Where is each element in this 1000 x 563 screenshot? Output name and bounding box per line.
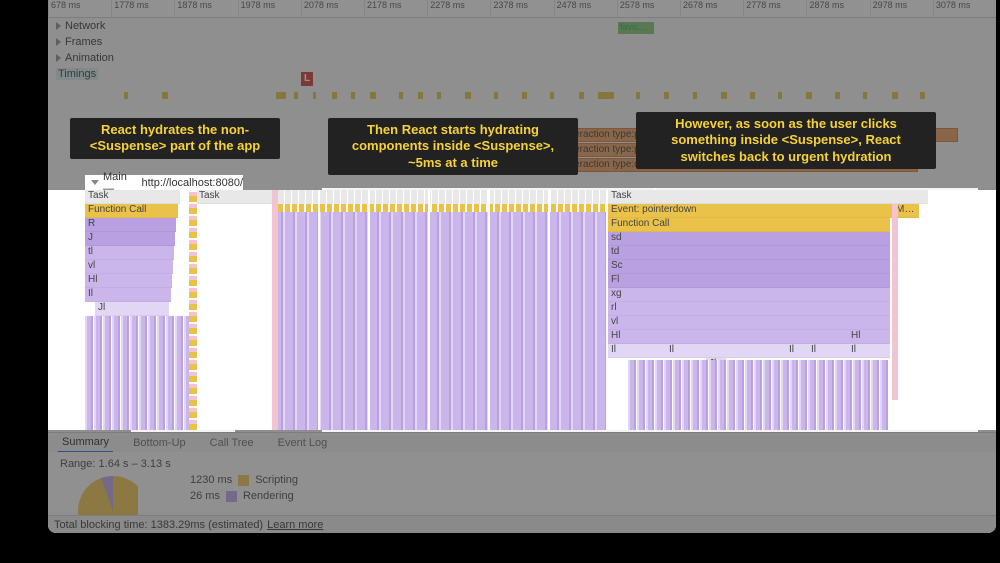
flame-row-task[interactable]: Task (196, 190, 276, 204)
ruler-tick: 1978 ms (238, 0, 301, 17)
swatch-icon (226, 491, 237, 502)
tab-summary[interactable]: Summary (58, 433, 113, 453)
track-label: Timings (56, 68, 98, 80)
track-animation[interactable]: Animation (48, 50, 996, 66)
annotation-3: However, as soon as the user clicks some… (636, 112, 936, 169)
footer-bar: Total blocking time: 1383.29ms (estimate… (48, 515, 996, 533)
details-tabs: Summary Bottom-Up Call Tree Event Log (48, 432, 996, 452)
ruler-tick: 2478 ms (554, 0, 617, 17)
legend-ms: 1230 ms (190, 474, 232, 486)
swatch-icon (238, 475, 249, 486)
flame-row[interactable]: Hl (848, 330, 878, 344)
flame-row[interactable]: Il (808, 344, 822, 358)
flame-block-hydrate-root[interactable]: Task Function Call R J tl vl Hl Il Jl (85, 190, 191, 430)
learn-more-link[interactable]: Learn more (267, 519, 323, 531)
annotation-2: Then React starts hydrating components i… (328, 118, 578, 175)
flame-graph[interactable]: Task Function Call R J tl vl Hl Il Jl Ta… (48, 190, 996, 430)
flame-row-function-call[interactable]: Function Call (85, 204, 178, 218)
track-label: Network (65, 20, 105, 32)
track-label: Main — (103, 171, 138, 195)
summary-pane: Range: 1.64 s – 3.13 s 1230 ms Scripting… (48, 452, 996, 512)
flame-row[interactable]: Il (85, 288, 171, 302)
legend-ms: 26 ms (190, 490, 220, 502)
flame-pink-strip (272, 190, 278, 430)
legend-label: Rendering (243, 490, 294, 502)
flame-row-event[interactable]: Event: pointerdown (608, 204, 906, 218)
ruler-tick: 2678 ms (680, 0, 743, 17)
ruler-tick: 678 ms (48, 0, 111, 17)
ruler-tick: 2578 ms (617, 0, 680, 17)
total-blocking-time: Total blocking time: 1383.29ms (estimate… (54, 519, 263, 531)
track-label: Frames (65, 36, 102, 48)
ruler-tick: 2378 ms (490, 0, 553, 17)
chevron-down-icon (91, 180, 99, 185)
track-network[interactable]: Network (48, 18, 996, 34)
annotation-1: React hydrates the non-<Suspense> part o… (70, 118, 280, 159)
chevron-right-icon (56, 38, 61, 46)
flame-row[interactable]: Hl (85, 274, 172, 288)
tab-event-log[interactable]: Event Log (274, 434, 332, 452)
flame-row[interactable]: tl (85, 246, 174, 260)
flame-row[interactable]: vl (608, 316, 890, 330)
ruler-tick: 1778 ms (111, 0, 174, 17)
flame-row[interactable]: Il (666, 344, 682, 358)
flame-row[interactable]: sd (608, 232, 890, 246)
track-frames[interactable]: Frames (48, 34, 996, 50)
ruler-tick: 1878 ms (174, 0, 237, 17)
flame-block-urgent-hydration[interactable]: Task Event: pointerdown Function Call sd… (608, 190, 928, 430)
flame-call-slices (278, 204, 606, 212)
legend-label: Scripting (255, 474, 298, 486)
ruler-tick: 2878 ms (806, 0, 869, 17)
flame-stripes (278, 204, 606, 430)
main-url: http://localhost:8080/ (141, 177, 243, 189)
timings-band[interactable] (48, 92, 996, 102)
flame-row[interactable]: J (85, 232, 175, 246)
flame-row[interactable]: Sc (608, 260, 890, 274)
ruler-tick: 2978 ms (870, 0, 933, 17)
devtools-performance-panel: 678 ms 1778 ms 1878 ms 1978 ms 2078 ms 2… (48, 0, 996, 533)
flame-stripes (628, 360, 888, 430)
track-label: Animation (65, 52, 114, 64)
ruler-tick: 2278 ms (427, 0, 490, 17)
flame-stack: Task Event: pointerdown Function Call sd… (608, 190, 928, 358)
timing-marker[interactable]: L (301, 72, 313, 86)
flame-row[interactable]: Il (848, 344, 878, 358)
ruler-tick: 2078 ms (301, 0, 364, 17)
chevron-right-icon (56, 54, 61, 62)
legend-scripting: 1230 ms Scripting (190, 474, 984, 486)
ruler-tick: 2178 ms (364, 0, 427, 17)
flame-pink-strip (892, 204, 898, 400)
flame-row[interactable]: R (85, 218, 176, 232)
flame-row[interactable]: rl (608, 302, 890, 316)
time-ruler[interactable]: 678 ms 1778 ms 1878 ms 1978 ms 2078 ms 2… (48, 0, 996, 18)
legend-rendering: 26 ms Rendering (190, 490, 984, 502)
flame-row-task[interactable]: Task (608, 190, 928, 204)
ruler-tick: 2778 ms (743, 0, 806, 17)
flame-stripes (85, 316, 191, 430)
flame-task-slices (278, 190, 606, 204)
track-timings[interactable]: Timings (48, 66, 996, 82)
summary-pie-chart (78, 476, 138, 520)
chevron-right-icon (56, 22, 61, 30)
flame-row[interactable]: xg (608, 288, 890, 302)
tab-bottom-up[interactable]: Bottom-Up (129, 434, 190, 452)
flame-row-function-call[interactable]: Function Call (608, 218, 890, 232)
flame-row[interactable]: Il (786, 344, 802, 358)
flame-row[interactable]: Fl (608, 274, 890, 288)
flame-row[interactable]: Jl (95, 302, 169, 316)
tab-call-tree[interactable]: Call Tree (206, 434, 258, 452)
flame-row[interactable]: vl (85, 260, 173, 274)
ruler-tick: 3078 ms (933, 0, 996, 17)
range-label: Range: 1.64 s – 3.13 s (60, 458, 984, 470)
flame-block-suspense-slices[interactable] (278, 190, 606, 430)
flame-side-strip (189, 190, 197, 430)
track-main[interactable]: Main — http://localhost:8080/ (85, 175, 243, 190)
flame-row[interactable]: td (608, 246, 890, 260)
track-list: Network Frames Animation Timings (48, 18, 996, 82)
